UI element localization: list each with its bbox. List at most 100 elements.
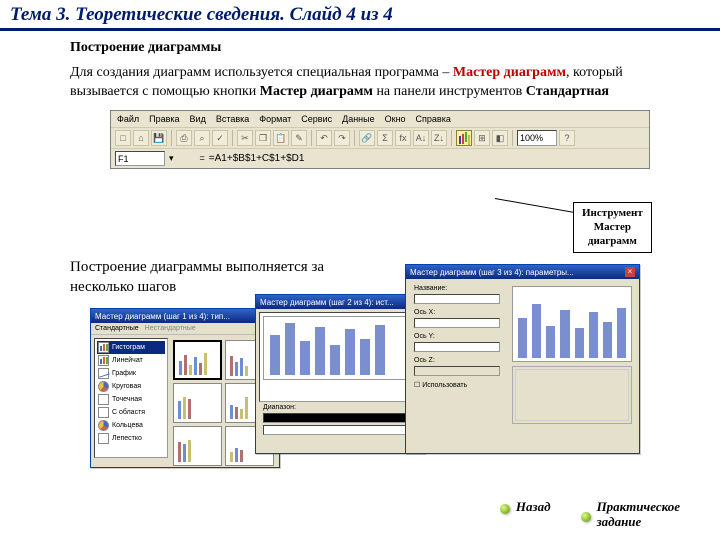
range-fields: Диапазон: — [259, 402, 421, 439]
zoom-box[interactable]: 100% — [517, 130, 557, 146]
chart-wizard-icon[interactable] — [456, 130, 472, 146]
type-area[interactable]: С областя — [97, 406, 165, 419]
content-area: Построение диаграммы Для создания диагра… — [0, 31, 720, 169]
sep — [451, 130, 452, 146]
subtype-5[interactable] — [173, 426, 222, 466]
print-icon[interactable]: ⎙ — [176, 130, 192, 146]
type-histogram[interactable]: Гистограм — [97, 341, 165, 354]
params-preview — [508, 282, 636, 432]
menu-view[interactable]: Вид — [190, 113, 206, 125]
cell-reference[interactable]: F1 — [115, 151, 165, 166]
menubar: Файл Правка Вид Вставка Формат Сервис Да… — [111, 111, 649, 128]
wizard-step1: Мастер диаграмм (шаг 1 из 4): тип... × С… — [90, 308, 280, 468]
fx-icon[interactable]: fх — [395, 130, 411, 146]
menu-file[interactable]: Файл — [117, 113, 139, 125]
formula-bar: F1 ▾ = =A1+$B$1+C$1+$D1 — [111, 149, 649, 168]
type-donut[interactable]: Кольцева — [97, 419, 165, 432]
type-radar[interactable]: Лепестко — [97, 432, 165, 445]
intro-paragraph: Для создания диаграмм используется специ… — [70, 64, 660, 102]
format-painter-icon[interactable]: ✎ — [291, 130, 307, 146]
p6: Стандартная — [526, 84, 609, 99]
tab-nonstandard[interactable]: Нестандартные — [145, 325, 196, 332]
p1: Для создания диаграмм используется специ… — [70, 65, 453, 80]
link-icon[interactable]: 🔗 — [359, 130, 375, 146]
subtype-3[interactable] — [173, 383, 222, 423]
sep — [232, 130, 233, 146]
menu-data[interactable]: Данные — [342, 113, 375, 125]
input-x[interactable] — [414, 318, 500, 328]
chart-type-list[interactable]: Гистограм Линейчат График Круговая Точеч… — [94, 338, 168, 458]
checkbox-use[interactable]: ☐ Использовать — [414, 381, 500, 389]
help-icon[interactable]: ? — [559, 130, 575, 146]
bullet-icon — [500, 504, 510, 514]
nav-task[interactable]: Практическоезадание — [581, 500, 680, 530]
nav-back-label: Назад — [516, 500, 551, 515]
sep — [512, 130, 513, 146]
menu-help[interactable]: Справка — [416, 113, 451, 125]
label-z: Ось Z: — [414, 357, 500, 364]
formula-text[interactable]: =A1+$B$1+C$1+$D1 — [209, 152, 305, 166]
slide-title: Тема 3. Теоретические сведения. Слайд 4 … — [0, 0, 720, 31]
spell-icon[interactable]: ✓ — [212, 130, 228, 146]
type-pie[interactable]: Круговая — [97, 380, 165, 393]
subheading: Построение диаграммы — [70, 39, 660, 58]
map-icon[interactable]: ⊞ — [474, 130, 490, 146]
callout-l1: Инструмент — [582, 207, 643, 221]
dropdown-icon[interactable]: ▾ — [169, 152, 174, 164]
undo-icon[interactable]: ↶ — [316, 130, 332, 146]
input-title[interactable] — [414, 294, 500, 304]
sort-asc-icon[interactable]: A↓ — [413, 130, 429, 146]
preview-icon[interactable]: ⌕ — [194, 130, 210, 146]
excel-toolbar-screenshot: Файл Правка Вид Вставка Формат Сервис Да… — [110, 110, 650, 169]
type-scatter[interactable]: Точечная — [97, 393, 165, 406]
label-x: Ось X: — [414, 309, 500, 316]
menu-format[interactable]: Формат — [259, 113, 291, 125]
menu-window[interactable]: Окно — [385, 113, 406, 125]
range-input[interactable] — [263, 413, 417, 423]
p4: Мастер диаграмм — [260, 84, 373, 99]
input-y[interactable] — [414, 342, 500, 352]
footer-nav: Назад Практическоезадание — [0, 500, 720, 530]
callout-l2: Мастер — [582, 221, 643, 235]
wizard1-titlebar: Мастер диаграмм (шаг 1 из 4): тип... × — [91, 309, 279, 323]
copy-icon[interactable]: ❐ — [255, 130, 271, 146]
wizard-step2: Мастер диаграмм (шаг 2 из 4): ист... × Д… — [255, 294, 425, 454]
close-icon[interactable]: × — [625, 267, 635, 277]
params-fields: Название: Ось X: Ось Y: Ось Z: ☐ Использ… — [409, 282, 505, 432]
redo-icon[interactable]: ↷ — [334, 130, 350, 146]
callout-l3: диаграмм — [582, 235, 643, 249]
sep — [354, 130, 355, 146]
menu-tools[interactable]: Сервис — [301, 113, 332, 125]
wizard1-title: Мастер диаграмм (шаг 1 из 4): тип... — [95, 312, 230, 321]
bullet-icon — [581, 512, 591, 522]
input-z[interactable] — [414, 366, 500, 376]
type-bar[interactable]: Линейчат — [97, 354, 165, 367]
wizard-step3: Мастер диаграмм (шаг 3 из 4): параметры.… — [405, 264, 640, 454]
chart-preview — [259, 312, 421, 402]
new-icon[interactable]: □ — [115, 130, 131, 146]
type-line[interactable]: График — [97, 367, 165, 380]
menu-insert[interactable]: Вставка — [216, 113, 249, 125]
subtype-1[interactable] — [173, 340, 222, 380]
equals-label: = — [200, 152, 205, 164]
paste-icon[interactable]: 📋 — [273, 130, 289, 146]
cut-icon[interactable]: ✂ — [237, 130, 253, 146]
range-label: Диапазон: — [263, 404, 417, 411]
tab-standard[interactable]: Стандартные — [95, 325, 139, 332]
label-title: Название: — [414, 285, 500, 292]
wizard2-title: Мастер диаграмм (шаг 2 из 4): ист... — [260, 298, 394, 307]
open-icon[interactable]: ⌂ — [133, 130, 149, 146]
wizard3-titlebar: Мастер диаграмм (шаг 3 из 4): параметры.… — [406, 265, 639, 279]
sort-desc-icon[interactable]: Z↓ — [431, 130, 447, 146]
drawing-icon[interactable]: ◧ — [492, 130, 508, 146]
p2: Мастер диаграмм — [453, 65, 566, 80]
wizard2-titlebar: Мастер диаграмм (шаг 2 из 4): ист... × — [256, 295, 424, 309]
sum-icon[interactable]: Σ — [377, 130, 393, 146]
nav-task-label: Практическоезадание — [597, 500, 680, 530]
save-icon[interactable]: 💾 — [151, 130, 167, 146]
nav-back[interactable]: Назад — [500, 500, 551, 515]
label-y: Ось Y: — [414, 333, 500, 340]
chart-wizard-callout: Инструмент Мастер диаграмм — [573, 202, 652, 253]
menu-edit[interactable]: Правка — [149, 113, 179, 125]
series-input[interactable] — [263, 425, 417, 435]
